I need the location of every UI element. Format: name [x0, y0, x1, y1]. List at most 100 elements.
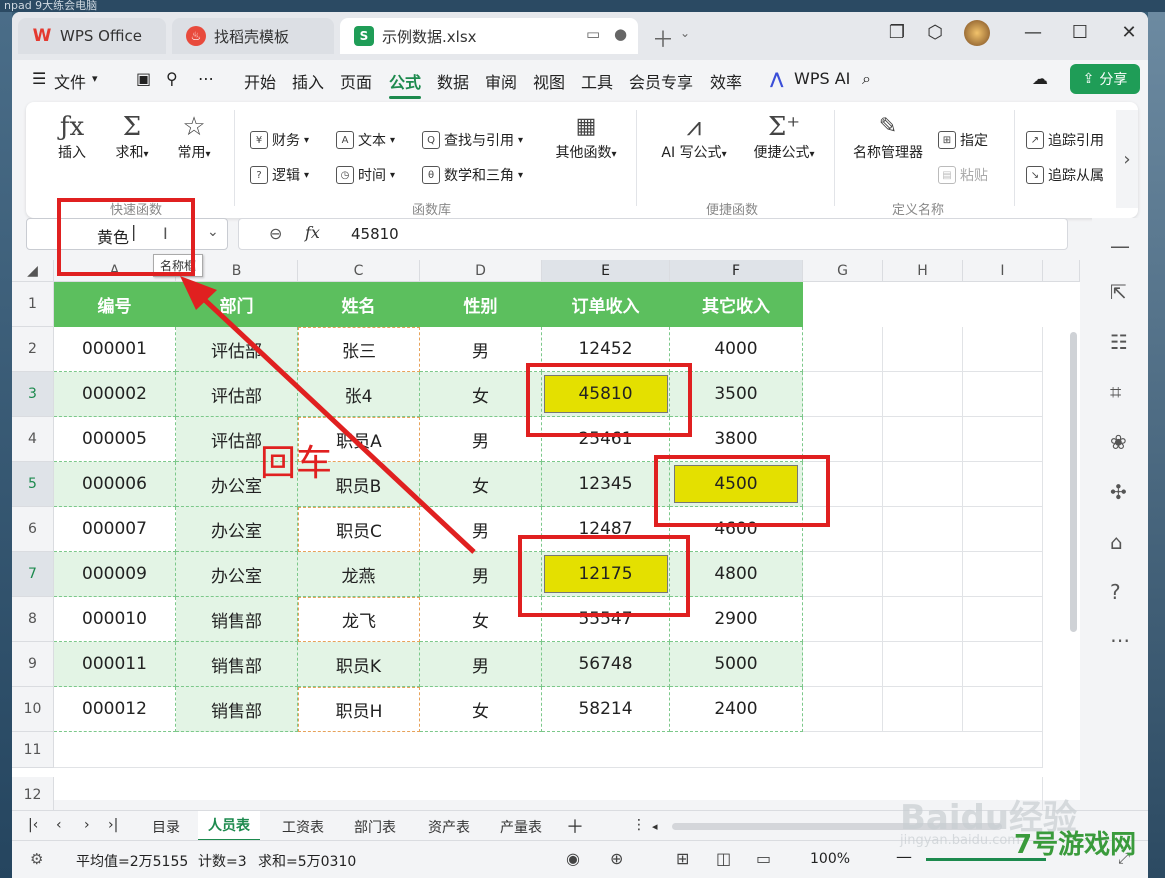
save-icon[interactable]: ▣ [136, 69, 151, 88]
book-icon[interactable]: ⌂ [1110, 530, 1123, 554]
menu-review[interactable]: 审阅 [485, 69, 517, 93]
table-cell[interactable]: 58214 [542, 687, 670, 732]
row-header[interactable]: 10 [12, 687, 54, 732]
tab-daoke-template[interactable]: ♨ 找稻壳模板 [172, 18, 334, 54]
table-cell[interactable]: 职员H [298, 687, 420, 732]
empty-cell[interactable] [883, 327, 963, 372]
table-cell[interactable]: 12345 [542, 462, 670, 507]
empty-cell[interactable] [963, 507, 1043, 552]
crop-icon[interactable]: ⌗ [1110, 380, 1121, 404]
link-icon[interactable]: ⚲ [166, 69, 178, 88]
empty-cell[interactable] [963, 417, 1043, 462]
row-header[interactable]: 4 [12, 417, 54, 462]
common-functions-button[interactable]: ☆ 常用▾ [164, 112, 224, 162]
table-header-cell[interactable]: 编号 [54, 282, 176, 327]
sheet-tab-production[interactable]: 产量表 [500, 817, 542, 837]
table-cell[interactable]: 000007 [54, 507, 176, 552]
tab-list-chevron-icon[interactable]: ⌄ [680, 26, 690, 40]
table-cell[interactable]: 男 [420, 417, 542, 462]
table-cell[interactable]: 张4 [298, 372, 420, 417]
paste-name-button[interactable]: ▤ 粘贴 [938, 165, 988, 185]
empty-cell[interactable] [803, 597, 883, 642]
row-header[interactable]: 12 [12, 777, 54, 813]
table-cell[interactable]: 评估部 [176, 327, 298, 372]
table-cell[interactable]: 5000 [670, 642, 803, 687]
sheet-tab-salary[interactable]: 工资表 [282, 817, 324, 837]
more-options-icon[interactable]: ⋯ [1110, 628, 1130, 652]
empty-cell[interactable] [883, 462, 963, 507]
table-cell[interactable]: 000001 [54, 327, 176, 372]
specify-button[interactable]: ⊞ 指定 [938, 130, 988, 150]
macro-icon[interactable]: ⚙ [30, 850, 43, 868]
table-cell[interactable]: 000011 [54, 642, 176, 687]
menu-file[interactable]: 文件 [54, 69, 86, 93]
table-cell[interactable]: 000005 [54, 417, 176, 462]
row-header[interactable]: 8 [12, 597, 54, 642]
insert-function-button[interactable]: ƒx 插入 [48, 112, 96, 162]
hamburger-icon[interactable]: ☰ [32, 69, 46, 88]
menu-page[interactable]: 页面 [340, 69, 372, 93]
prev-sheet-icon[interactable]: ‹ [56, 817, 62, 833]
minimize-icon[interactable]: — [1018, 22, 1048, 43]
help-icon[interactable]: ? [1110, 580, 1121, 604]
empty-row[interactable] [54, 732, 1043, 768]
column-header-f[interactable]: F [670, 260, 803, 282]
table-cell[interactable]: 000006 [54, 462, 176, 507]
sheet-tab-department[interactable]: 部门表 [354, 817, 396, 837]
table-cell[interactable]: 000009 [54, 552, 176, 597]
empty-cell[interactable] [883, 687, 963, 732]
quick-formula-button[interactable]: Σ⁺ 便捷公式▾ [744, 112, 824, 162]
normal-view-icon[interactable]: ⊞ [676, 849, 689, 868]
trace-dependents-button[interactable]: ↘ 追踪从属 [1026, 165, 1104, 185]
table-cell[interactable]: 龙燕 [298, 552, 420, 597]
finance-button[interactable]: ¥ 财务 ▾ [250, 130, 309, 150]
row-header[interactable]: 2 [12, 327, 54, 372]
row-header[interactable]: 3 [12, 372, 54, 417]
sheet-tab-personnel[interactable]: 人员表 [198, 811, 260, 841]
page-layout-icon[interactable]: ◫ [716, 849, 731, 868]
scroll-left-icon[interactable]: ◂ [652, 820, 658, 833]
table-cell[interactable]: 000010 [54, 597, 176, 642]
empty-cell[interactable] [883, 597, 963, 642]
tab-options-icon[interactable]: ⋮ [632, 817, 646, 833]
empty-cell[interactable] [963, 687, 1043, 732]
table-cell[interactable]: 职员C [298, 507, 420, 552]
table-header-cell[interactable]: 部门 [176, 282, 298, 327]
empty-cell[interactable] [963, 327, 1043, 372]
empty-cell[interactable] [963, 462, 1043, 507]
menu-formula[interactable]: 公式 [389, 69, 422, 99]
table-cell[interactable]: 张三 [298, 327, 420, 372]
new-tab-icon[interactable]: ＋ [652, 22, 674, 54]
tools-icon[interactable]: ✣ [1110, 480, 1127, 504]
maximize-icon[interactable]: ☐ [1065, 22, 1095, 43]
sheet-tab-directory[interactable]: 目录 [152, 817, 180, 837]
name-manager-button[interactable]: ✎ 名称管理器 [848, 112, 928, 162]
row-header[interactable]: 7 [12, 552, 54, 597]
scrollbar-thumb[interactable] [1070, 332, 1077, 632]
row-header[interactable]: 5 [12, 462, 54, 507]
empty-cell[interactable] [963, 372, 1043, 417]
table-cell[interactable]: 男 [420, 327, 542, 372]
ribbon-scroll-right-icon[interactable]: › [1116, 110, 1138, 208]
avatar[interactable] [962, 20, 992, 51]
menu-tools[interactable]: 工具 [581, 69, 613, 93]
table-cell[interactable]: 女 [420, 462, 542, 507]
menu-wps-ai[interactable]: WPS AI [794, 69, 850, 88]
column-header-h[interactable]: H [883, 260, 963, 282]
table-cell[interactable]: 2400 [670, 687, 803, 732]
more-icon[interactable]: ⋯ [198, 69, 214, 88]
first-sheet-icon[interactable]: |‹ [28, 817, 38, 833]
pointer-icon[interactable]: ⇱ [1110, 280, 1127, 304]
row-header[interactable]: 9 [12, 642, 54, 687]
column-header-c[interactable]: C [298, 260, 420, 282]
window-restore-tabs-icon[interactable]: ❐ [882, 22, 912, 43]
menu-view[interactable]: 视图 [533, 69, 565, 93]
zoom-search-icon[interactable]: ⊖ [269, 224, 282, 243]
table-cell[interactable]: 销售部 [176, 597, 298, 642]
add-sheet-icon[interactable]: ＋ [566, 813, 584, 839]
empty-cell[interactable] [803, 687, 883, 732]
empty-cell[interactable] [963, 597, 1043, 642]
page-break-icon[interactable]: ▭ [756, 849, 771, 868]
formula-bar[interactable]: ⊖ fx 45810 [238, 218, 1068, 250]
table-cell[interactable]: 000012 [54, 687, 176, 732]
